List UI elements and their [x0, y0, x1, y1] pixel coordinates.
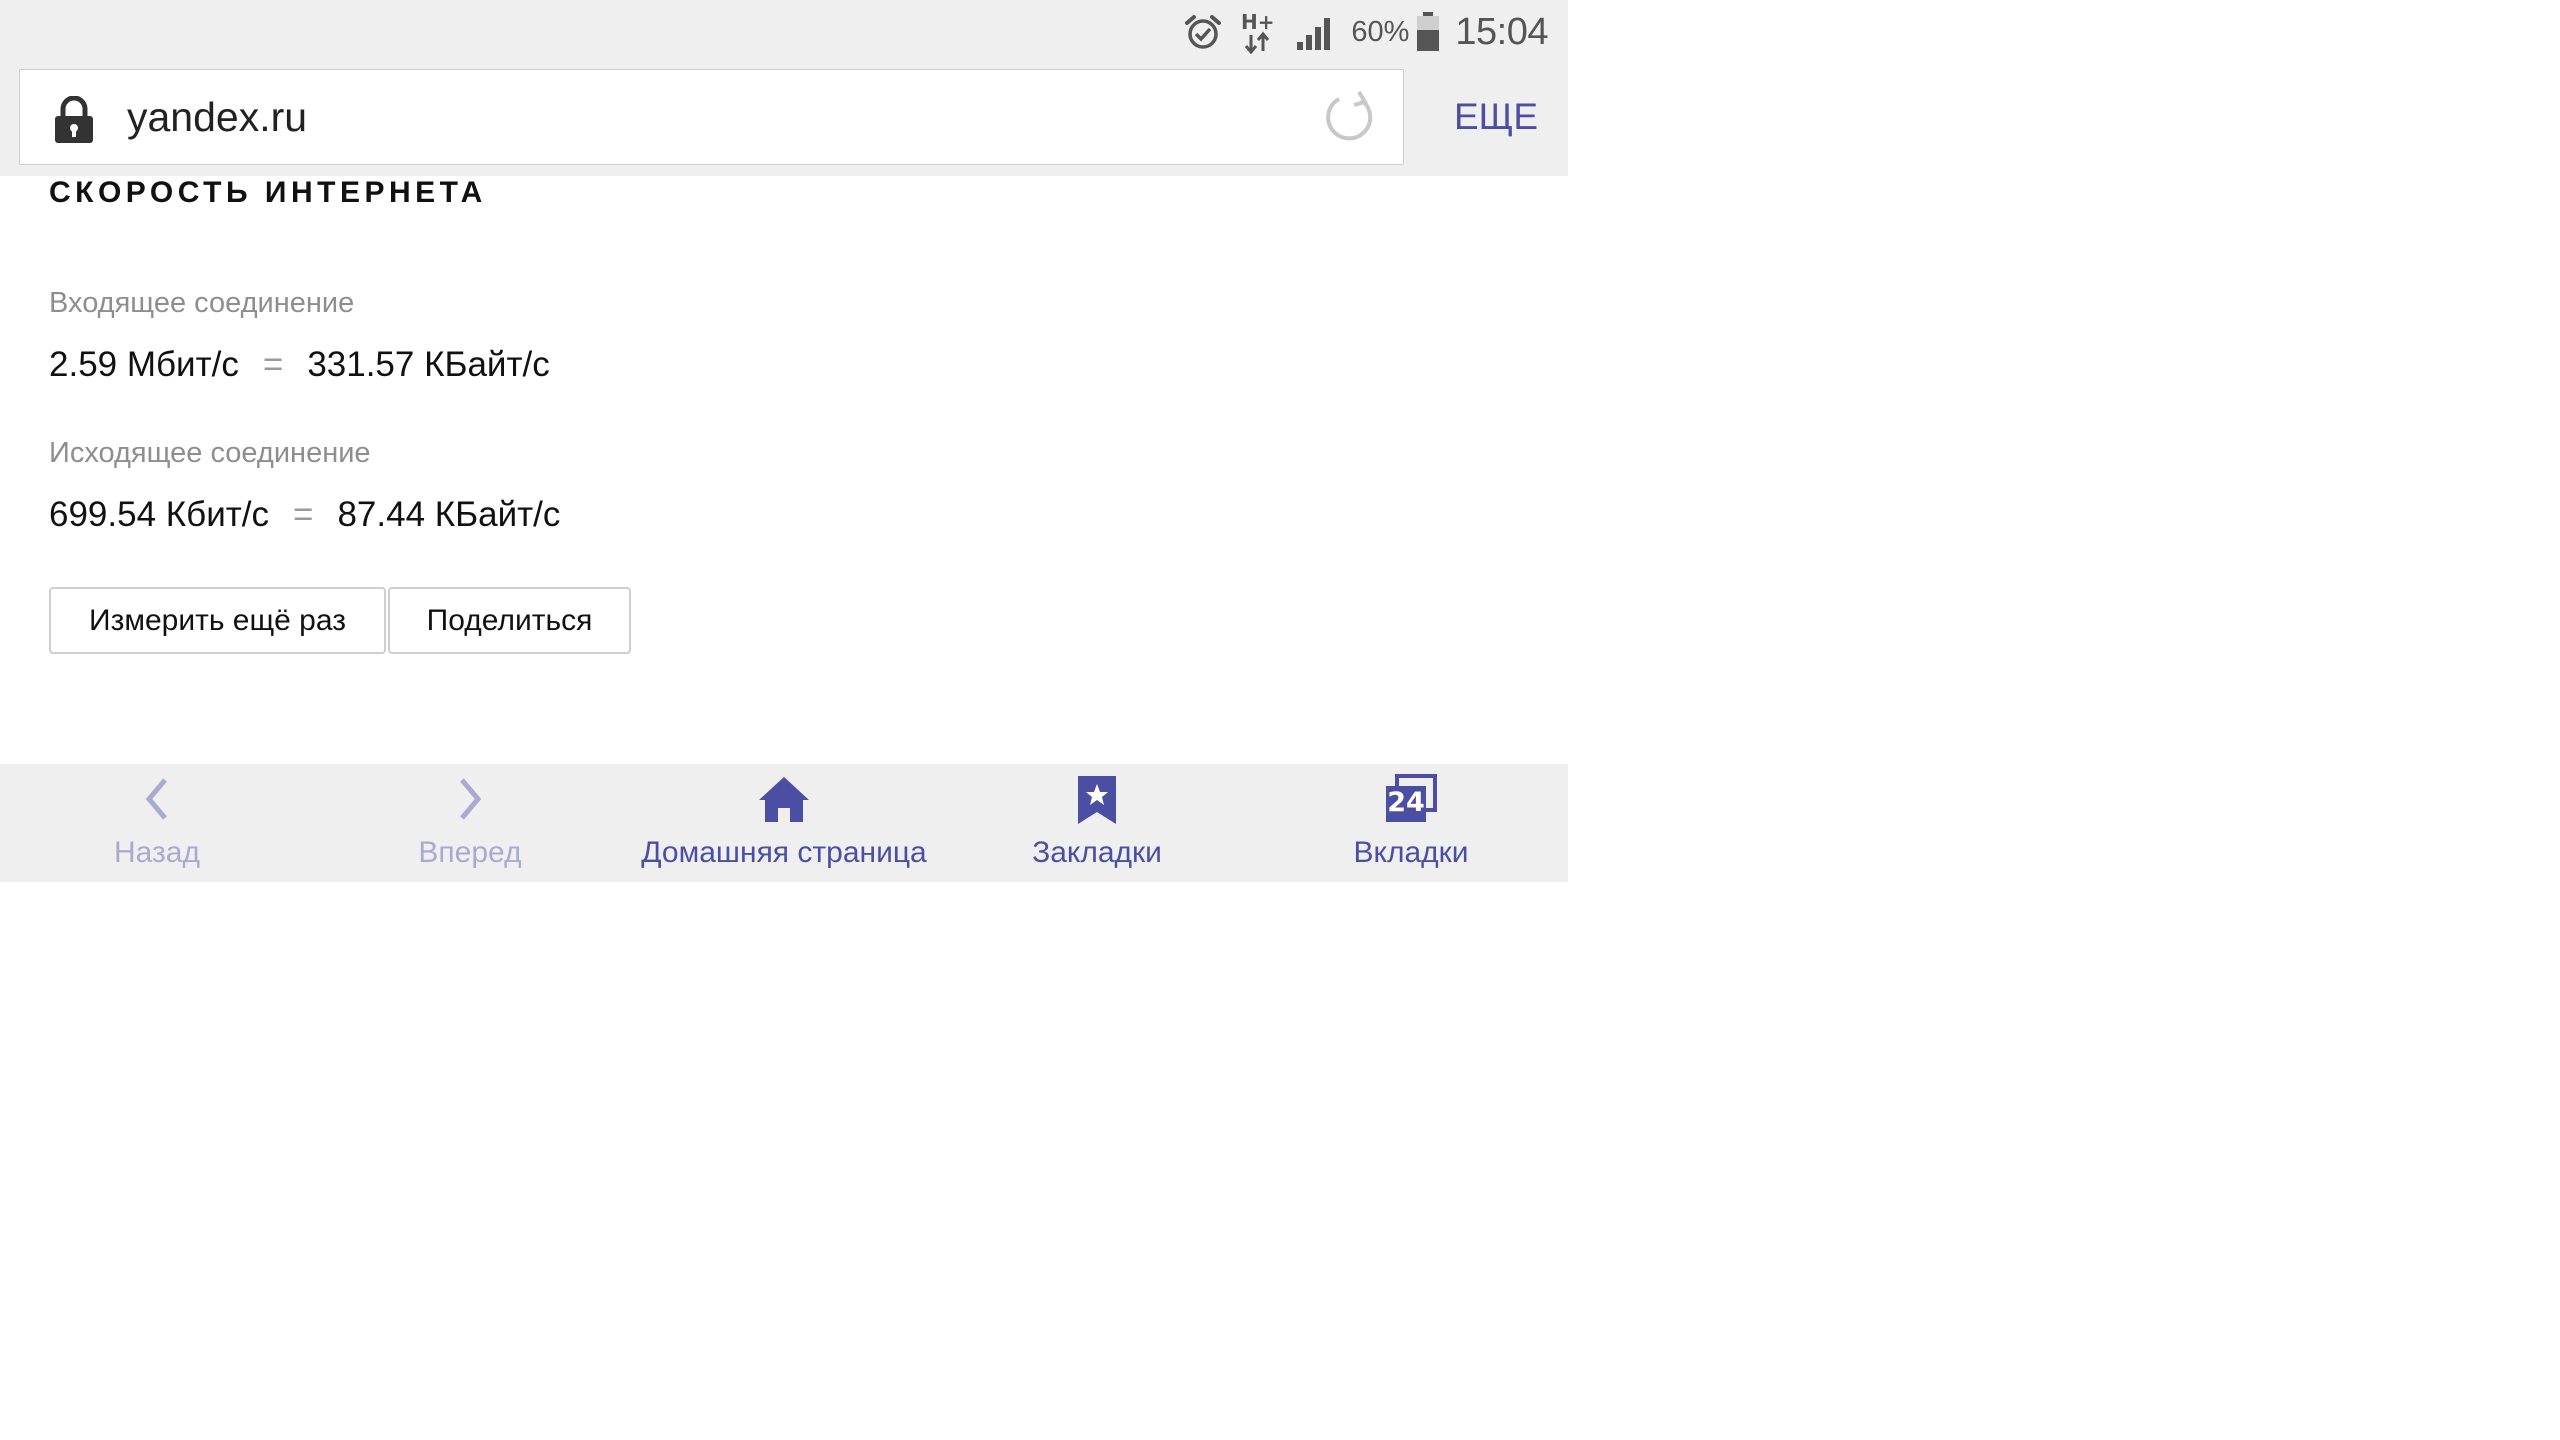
- nav-forward-label: Вперед: [418, 836, 522, 869]
- bottom-navigation: Назад Вперед Домашняя страница Закладки: [0, 764, 1568, 882]
- lock-icon: [53, 95, 95, 149]
- nav-back-label: Назад: [114, 836, 200, 869]
- nav-tabs[interactable]: 24 Вкладки: [1311, 764, 1511, 882]
- nav-bookmarks[interactable]: Закладки: [997, 764, 1197, 882]
- nav-tabs-label: Вкладки: [1353, 836, 1469, 869]
- signal-icon: [1295, 12, 1335, 52]
- network-hplus-icon: H+: [1241, 9, 1277, 55]
- clock: 15:04: [1455, 10, 1548, 53]
- outgoing-speed: 699.54 Кбит/с = 87.44 КБайт/с: [49, 495, 560, 535]
- equals-sign: =: [293, 495, 314, 534]
- incoming-bytes: 331.57 КБайт/с: [307, 345, 550, 384]
- reload-icon[interactable]: [1323, 90, 1377, 149]
- equals-sign: =: [262, 345, 284, 384]
- share-button[interactable]: Поделиться: [388, 587, 631, 654]
- home-icon: [757, 774, 811, 831]
- nav-bookmarks-label: Закладки: [1032, 836, 1162, 869]
- nav-home-label: Домашняя страница: [641, 836, 927, 869]
- chevron-left-icon: [137, 774, 177, 829]
- status-bar: H+ 60% 15:04: [1165, 6, 1548, 58]
- measure-again-button[interactable]: Измерить ещё раз: [49, 587, 386, 654]
- tab-count: 24: [1387, 787, 1425, 818]
- incoming-label: Входящее соединение: [49, 287, 355, 319]
- nav-forward[interactable]: Вперед: [370, 764, 570, 882]
- svg-text:H+: H+: [1241, 10, 1275, 34]
- outgoing-bits: 699.54 Кбит/с: [49, 495, 270, 534]
- url-text: yandex.ru: [127, 94, 308, 140]
- bookmark-star-icon: [1075, 774, 1119, 831]
- battery-icon: [1415, 12, 1441, 52]
- page-title: СКОРОСТЬ ИНТЕРНЕТА: [49, 176, 487, 209]
- outgoing-label: Исходящее соединение: [49, 437, 371, 469]
- incoming-bits: 2.59 Мбит/с: [49, 345, 239, 384]
- incoming-speed: 2.59 Мбит/с = 331.57 КБайт/с: [49, 345, 550, 385]
- outgoing-bytes: 87.44 КБайт/с: [337, 495, 561, 534]
- browser-toolbar: H+ 60% 15:04 yandex.ru ЕЩЕ: [0, 0, 1568, 176]
- alarm-icon: [1183, 12, 1223, 52]
- tabs-icon: 24: [1383, 774, 1439, 824]
- address-bar[interactable]: yandex.ru: [19, 69, 1404, 165]
- battery-percent: 60%: [1351, 15, 1410, 48]
- more-menu-button[interactable]: ЕЩЕ: [1424, 96, 1568, 138]
- nav-back[interactable]: Назад: [57, 764, 257, 882]
- chevron-right-icon: [450, 774, 490, 829]
- nav-home[interactable]: Домашняя страница: [614, 764, 954, 882]
